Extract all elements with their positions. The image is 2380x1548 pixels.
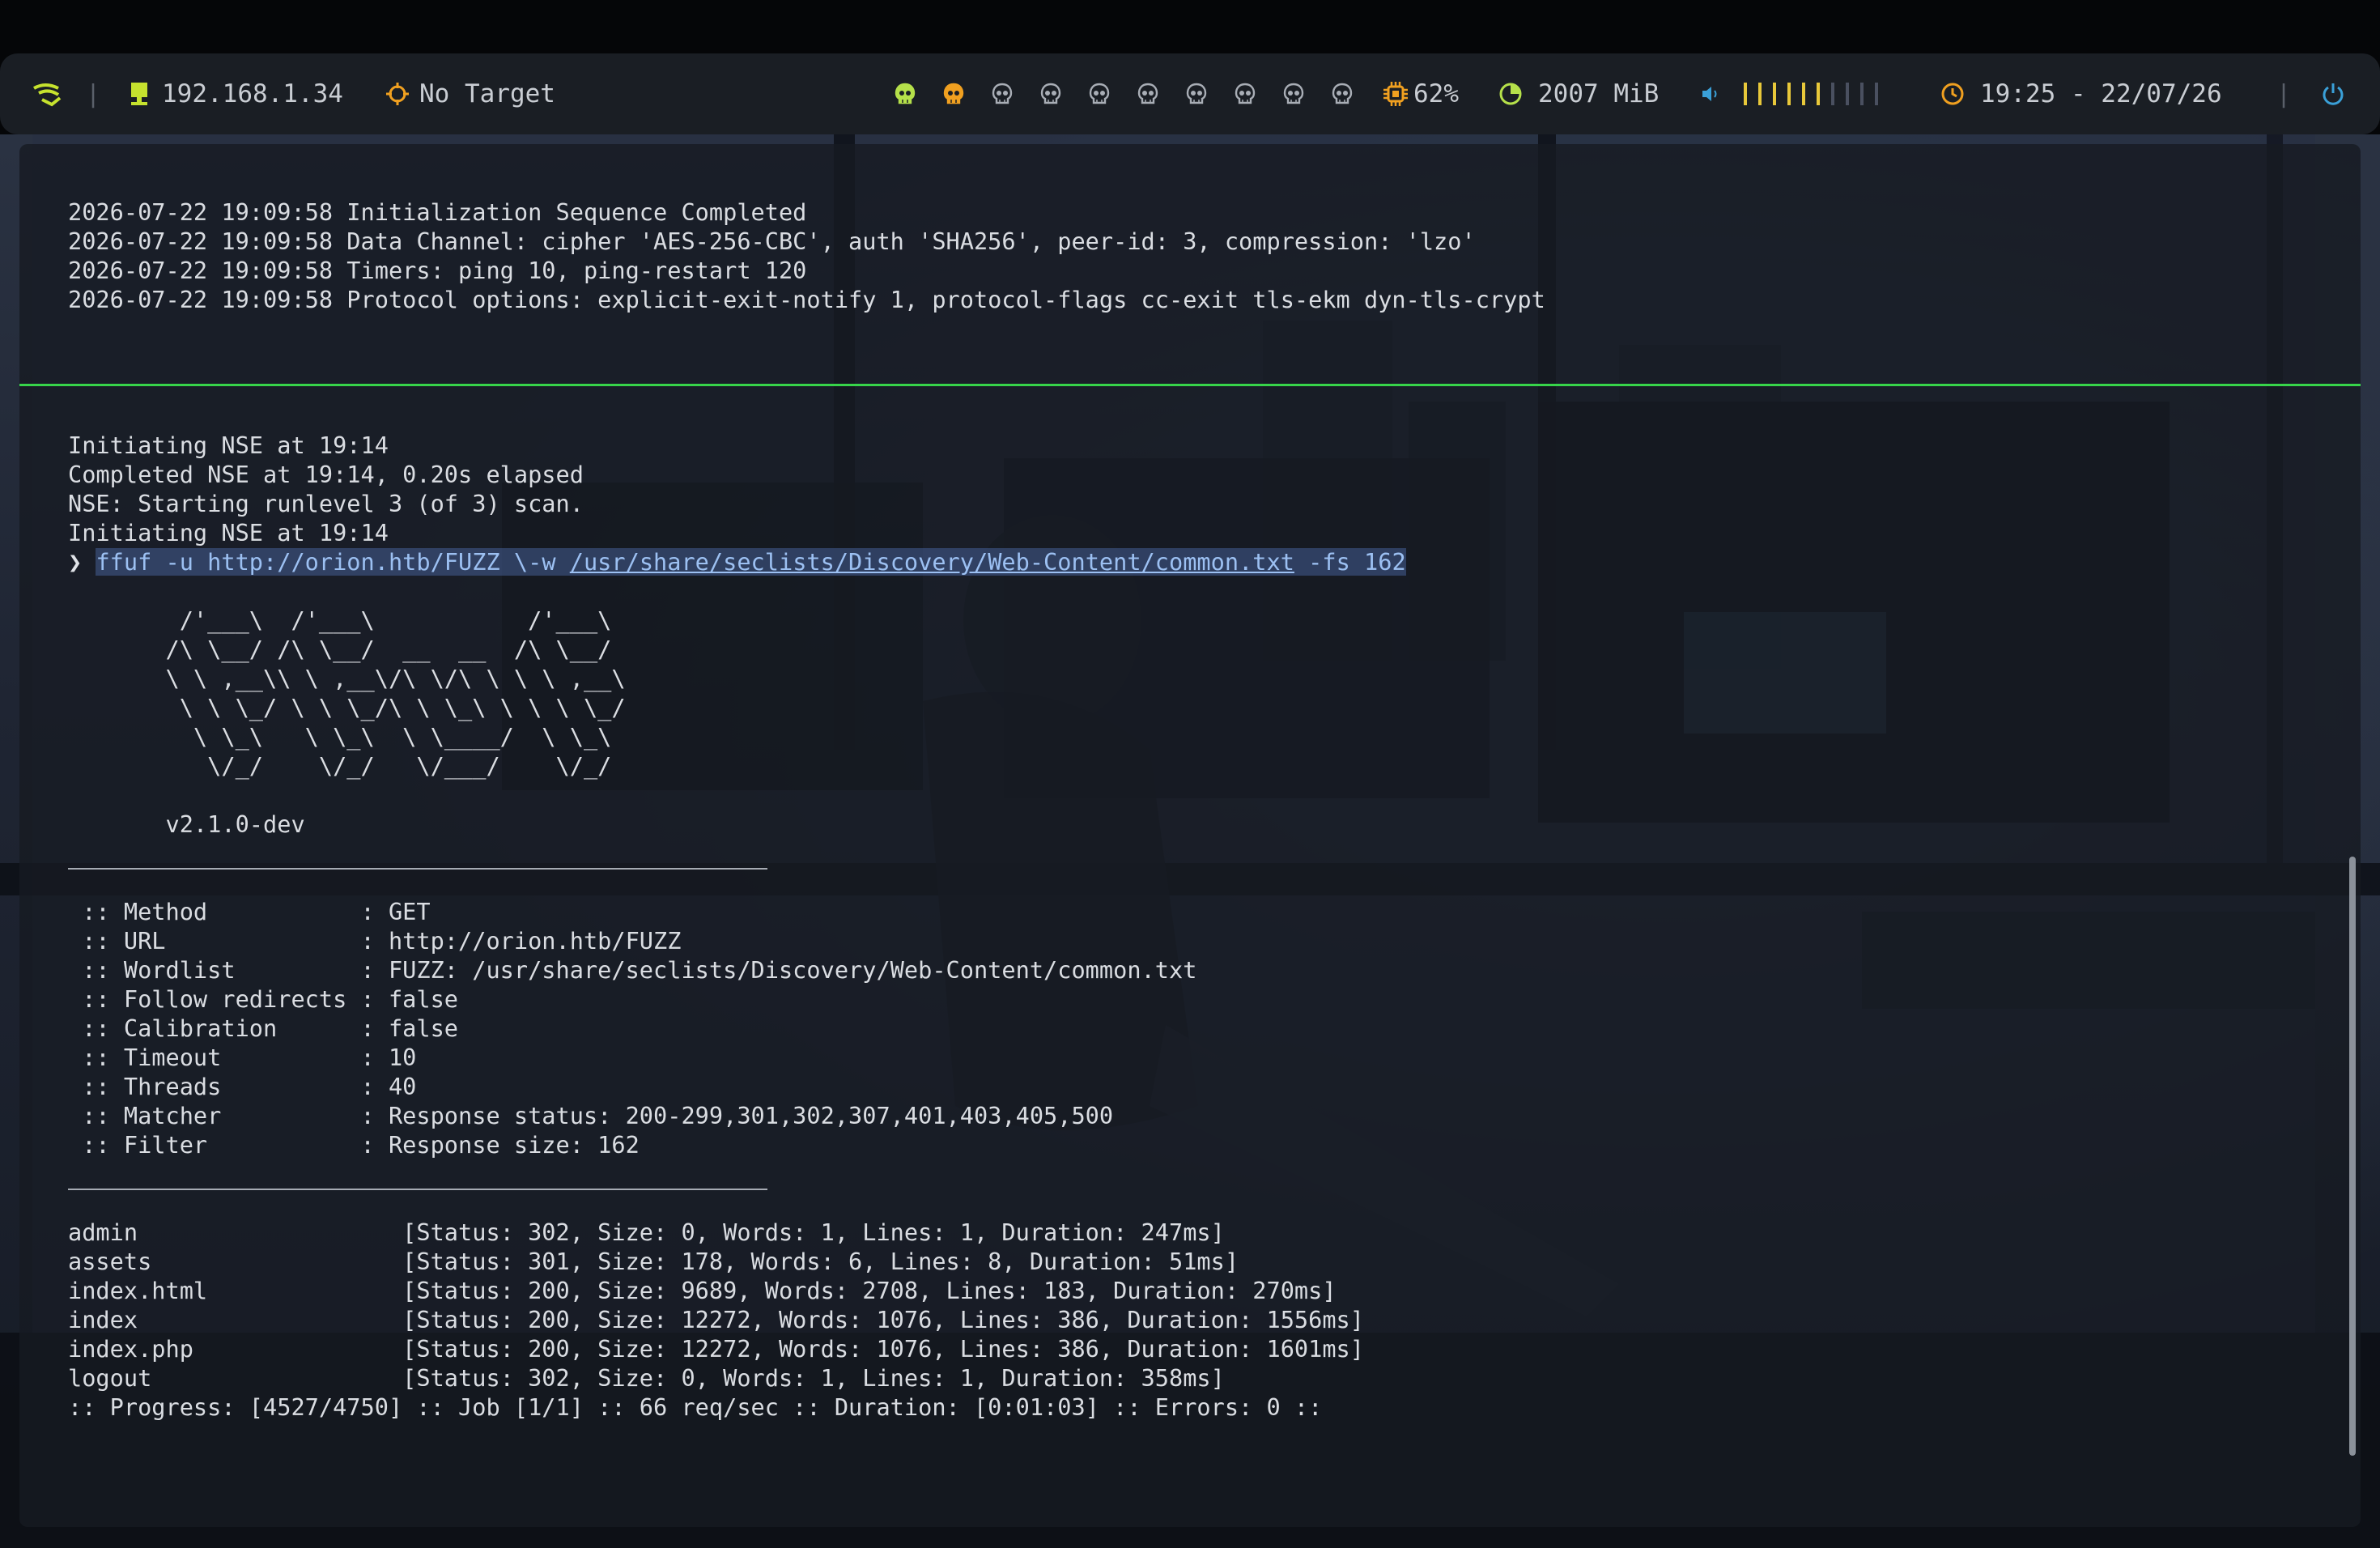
desktop: | 192.168.1.34 No Target 62% 2007 MiB 19…: [0, 0, 2380, 1548]
terminal-window[interactable]: 2026-07-22 19:09:58 Initialization Seque…: [19, 144, 2361, 1527]
workspace-2-skull-icon[interactable]: [929, 82, 978, 106]
result-row: index [Status: 200, Size: 12272, Words: …: [68, 1306, 1364, 1333]
log-line: NSE: Starting runlevel 3 (of 3) scan.: [68, 490, 584, 517]
workspace-9-skull-icon[interactable]: [1269, 82, 1318, 106]
result-row: logout [Status: 302, Size: 0, Words: 1, …: [68, 1364, 1225, 1392]
workspace-10-skull-icon[interactable]: [1318, 82, 1366, 106]
cpu-icon: [1383, 81, 1409, 107]
clock-icon: [1940, 81, 1966, 107]
workspace-5-skull-icon[interactable]: [1075, 82, 1124, 106]
ffuf-version: v2.1.0-dev: [68, 810, 305, 838]
workspace-8-skull-icon[interactable]: [1221, 82, 1269, 106]
config-line: :: Wordlist : FUZZ: /usr/share/seclists/…: [68, 956, 1197, 984]
volume-bar: [1758, 83, 1762, 105]
volume-level-bars[interactable]: [1744, 83, 1889, 105]
cpu-usage: 62%: [1413, 79, 1459, 108]
memory-usage: 2007 MiB: [1538, 79, 1660, 108]
command-highlight: ffuf -u http://orion.htb/FUZZ \-w /usr/s…: [96, 548, 1406, 576]
volume-bar: [1875, 83, 1878, 105]
pane-divider[interactable]: [19, 384, 2361, 386]
speaker-icon: [1700, 83, 1721, 104]
command-flags: -fs 162: [1294, 548, 1406, 576]
divider-top: [68, 868, 767, 870]
config-line: :: Follow redirects : false: [68, 985, 459, 1013]
workspace-6-skull-icon[interactable]: [1124, 82, 1172, 106]
monitor-icon: [128, 81, 151, 107]
volume-bar: [1744, 83, 1747, 105]
crosshair-icon: [385, 82, 410, 106]
volume-bar: [1802, 83, 1805, 105]
volume-bar: [1787, 83, 1791, 105]
target-widget[interactable]: No Target: [385, 79, 555, 108]
separator: |: [2276, 79, 2292, 108]
workspace-7-skull-icon[interactable]: [1172, 82, 1221, 106]
volume-bar: [1860, 83, 1864, 105]
scrollbar-thumb[interactable]: [2349, 857, 2356, 1456]
log-line: 2026-07-22 19:09:58 Protocol options: ex…: [68, 286, 1545, 313]
log-line: 2026-07-22 19:09:58 Data Channel: cipher…: [68, 228, 1476, 255]
result-row: index.html [Status: 200, Size: 9689, Wor…: [68, 1277, 1337, 1304]
banner-line: \/_/ \/_/ \/___/ \/_/: [68, 752, 612, 780]
ip-widget[interactable]: 192.168.1.34: [128, 79, 343, 108]
banner-line: \ \_\ \ \_\ \ \____/ \ \_\: [68, 723, 612, 751]
banner-line: /'___\ /'___\ /'___\: [68, 606, 612, 634]
workspace-1-skull-icon[interactable]: [881, 82, 929, 106]
result-row: admin [Status: 302, Size: 0, Words: 1, L…: [68, 1218, 1225, 1246]
banner-line: \ \ ,__\\ \ ,__\/\ \/\ \ \ \ ,__\: [68, 665, 626, 692]
log-line: 2026-07-22 19:09:58 Initialization Seque…: [68, 198, 807, 226]
log-line: Initiating NSE at 19:14: [68, 432, 389, 459]
divider-bottom: [68, 1189, 767, 1190]
memory-pie-icon: [1498, 81, 1524, 107]
separator: |: [86, 79, 101, 108]
banner-line: \ \ \_/ \ \ \_/\ \ \_\ \ \ \ \_/: [68, 694, 626, 721]
config-line: :: Filter : Response size: 162: [68, 1131, 640, 1159]
power-icon[interactable]: [2320, 81, 2346, 107]
wordlist-path-link[interactable]: /usr/share/seclists/Discovery/Web-Conten…: [570, 548, 1294, 576]
target-label: No Target: [419, 79, 555, 108]
hackthebox-logo-icon[interactable]: [31, 80, 63, 108]
config-line: :: Method : GET: [68, 898, 431, 925]
workspace-switcher: [881, 82, 1366, 106]
config-line: :: Timeout : 10: [68, 1044, 417, 1071]
config-line: :: Calibration : false: [68, 1014, 459, 1042]
log-line: Completed NSE at 19:14, 0.20s elapsed: [68, 461, 584, 488]
clock-widget[interactable]: 19:25 - 22/07/26: [1940, 79, 2222, 108]
command-text: ffuf -u http://orion.htb/FUZZ \-w: [96, 548, 570, 576]
workspace-3-skull-icon[interactable]: [978, 82, 1026, 106]
command-line[interactable]: ❯ ffuf -u http://orion.htb/FUZZ \-w /usr…: [68, 547, 1406, 576]
volume-bar: [1817, 83, 1820, 105]
volume-bar: [1773, 83, 1776, 105]
log-line: Initiating NSE at 19:14: [68, 519, 389, 546]
status-bar: | 192.168.1.34 No Target 62% 2007 MiB 19…: [0, 53, 2380, 134]
cpu-widget: 62%: [1383, 79, 1459, 108]
log-line: 2026-07-22 19:09:58 Timers: ping 10, pin…: [68, 257, 807, 284]
banner-line: /\ \__/ /\ \__/ __ __ /\ \__/: [68, 636, 612, 663]
config-line: :: URL : http://orion.htb/FUZZ: [68, 927, 682, 955]
prompt-arrow-icon: ❯: [68, 548, 83, 576]
result-row: index.php [Status: 200, Size: 12272, Wor…: [68, 1335, 1364, 1363]
config-line: :: Matcher : Response status: 200-299,30…: [68, 1102, 1114, 1129]
memory-widget: 2007 MiB: [1498, 79, 1659, 108]
datetime: 19:25 - 22/07/26: [1980, 79, 2222, 108]
workspace-4-skull-icon[interactable]: [1026, 82, 1075, 106]
result-row: assets [Status: 301, Size: 178, Words: 6…: [68, 1248, 1239, 1275]
volume-bar: [1831, 83, 1834, 105]
config-line: :: Threads : 40: [68, 1073, 417, 1100]
progress-line: :: Progress: [4527/4750] :: Job [1/1] ::…: [68, 1393, 1323, 1421]
volume-widget[interactable]: [1700, 83, 1889, 105]
ip-address: 192.168.1.34: [162, 79, 343, 108]
volume-bar: [1846, 83, 1849, 105]
